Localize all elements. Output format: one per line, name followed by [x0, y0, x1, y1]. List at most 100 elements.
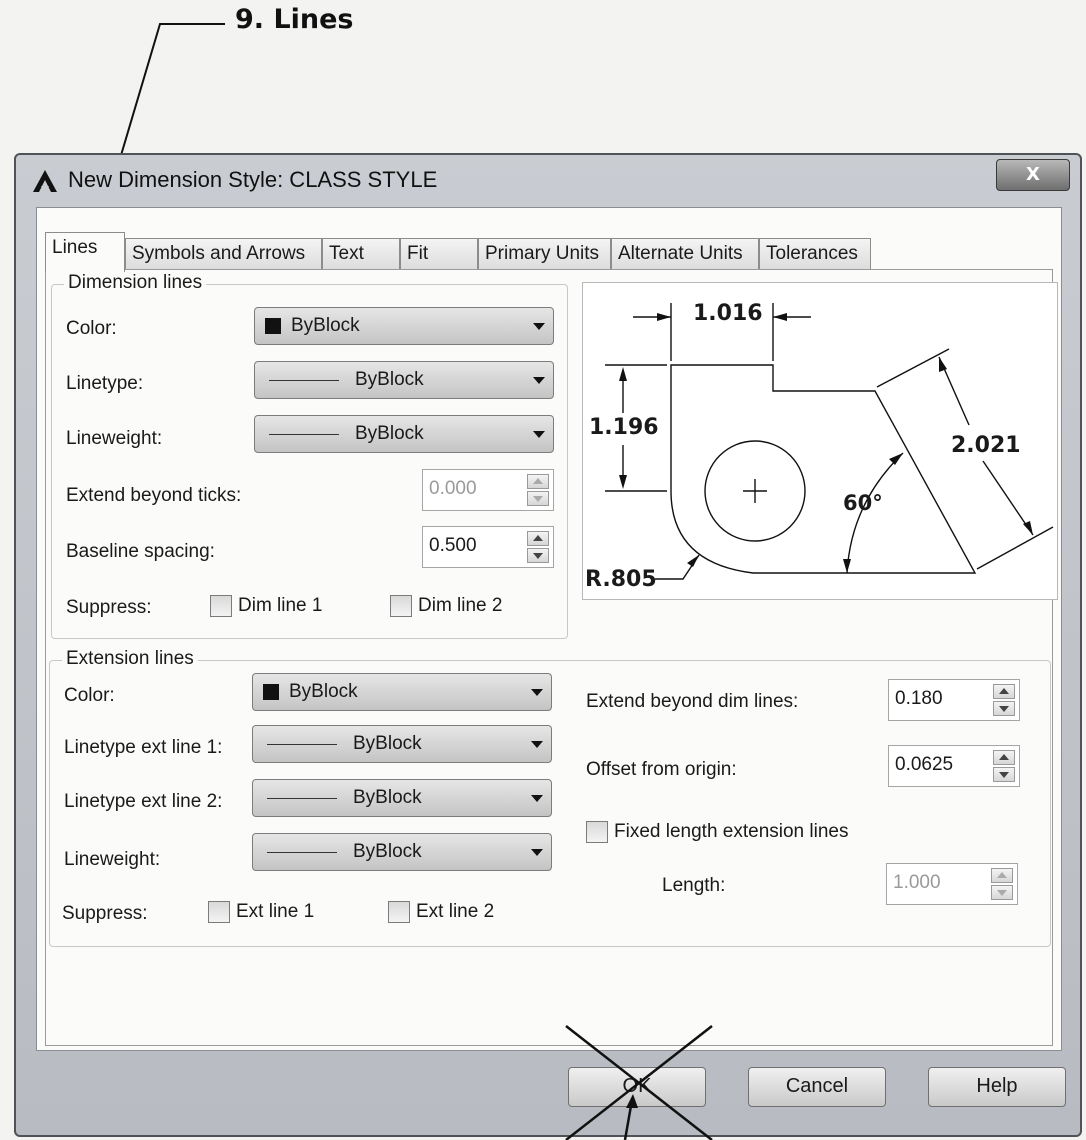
- spin-down-icon[interactable]: [991, 885, 1013, 900]
- dim-line-1-checkbox[interactable]: [210, 595, 232, 617]
- extend-beyond-ticks-stepper[interactable]: 0.000: [422, 469, 554, 511]
- lineweight-sample-icon: [267, 852, 337, 853]
- dimension-lines-heading: Dimension lines: [64, 272, 207, 294]
- chevron-down-icon: [531, 849, 543, 856]
- lines-tab-panel: Dimension lines Color: ByBlock Linetype:…: [45, 269, 1058, 1046]
- tab-lines[interactable]: Lines: [45, 232, 125, 272]
- chevron-down-icon: [531, 689, 543, 696]
- linetype-sample-icon: [269, 380, 339, 381]
- ext-line-2-checkbox[interactable]: [388, 901, 410, 923]
- chevron-down-icon: [531, 795, 543, 802]
- spin-up-icon[interactable]: [527, 474, 549, 489]
- baseline-spacing-label: Baseline spacing:: [66, 541, 215, 562]
- cancel-button[interactable]: Cancel: [748, 1067, 886, 1107]
- linetype-ext-line-1-label: Linetype ext line 1:: [64, 737, 223, 758]
- extension-lines-group: Extension lines Color: ByBlock Linetype …: [49, 648, 1051, 947]
- baseline-spacing-stepper[interactable]: 0.500: [422, 526, 554, 568]
- dim-color-label: Color:: [66, 318, 117, 339]
- dim-lineweight-value: ByBlock: [355, 423, 424, 444]
- dialog-client-area: Lines Symbols and Arrows Text Fit Primar…: [36, 207, 1062, 1051]
- dim-line-1-label: Dim line 1: [238, 595, 323, 616]
- spin-buttons: [993, 684, 1015, 716]
- autocad-logo-icon: [33, 170, 57, 192]
- ext-line-1-checkbox[interactable]: [208, 901, 230, 923]
- spin-up-icon[interactable]: [991, 868, 1013, 883]
- ext-lineweight-value: ByBlock: [353, 841, 422, 862]
- dim-color-value: ByBlock: [291, 315, 360, 336]
- dim-line-2-label: Dim line 2: [418, 595, 503, 616]
- length-stepper[interactable]: 1.000: [886, 863, 1018, 905]
- extension-lines-heading: Extension lines: [62, 648, 198, 670]
- linetype-ext-line-1-value: ByBlock: [353, 733, 422, 754]
- preview-radius: R.805: [585, 567, 657, 592]
- dimension-lines-group: Dimension lines Color: ByBlock Linetype:…: [51, 272, 568, 639]
- fixed-length-checkbox[interactable]: [586, 821, 608, 843]
- spin-buttons: [527, 531, 549, 563]
- linetype-sample-icon: [267, 744, 337, 745]
- ext-color-dropdown[interactable]: ByBlock: [252, 673, 552, 711]
- linetype-ext-line-2-value: ByBlock: [353, 787, 422, 808]
- extend-beyond-dim-lines-stepper[interactable]: 0.180: [888, 679, 1020, 721]
- fixed-length-label: Fixed length extension lines: [614, 821, 849, 842]
- spin-buttons: [993, 750, 1015, 782]
- spin-down-icon[interactable]: [993, 767, 1015, 782]
- spin-down-icon[interactable]: [527, 491, 549, 506]
- extend-beyond-dim-lines-value: 0.180: [895, 688, 943, 709]
- tab-text[interactable]: Text: [322, 238, 400, 270]
- dim-lineweight-dropdown[interactable]: ByBlock: [254, 415, 554, 453]
- preview-angle: 60°: [843, 491, 883, 515]
- chevron-down-icon: [531, 741, 543, 748]
- spin-up-icon[interactable]: [527, 531, 549, 546]
- linetype-ext-line-2-label: Linetype ext line 2:: [64, 791, 223, 812]
- window-title: New Dimension Style: CLASS STYLE: [68, 167, 438, 192]
- dimension-preview: 1.016 1.196 2.021 60° R.805: [582, 282, 1058, 600]
- chevron-down-icon: [533, 323, 545, 330]
- dim-linetype-value: ByBlock: [355, 369, 424, 390]
- ext-lineweight-label: Lineweight:: [64, 849, 161, 870]
- spin-buttons: [991, 868, 1013, 900]
- length-value: 1.000: [893, 872, 941, 893]
- spin-up-icon[interactable]: [993, 684, 1015, 699]
- annotation-label: 9. Lines: [235, 4, 354, 35]
- tab-primary-units[interactable]: Primary Units: [478, 238, 611, 270]
- help-button[interactable]: Help: [928, 1067, 1066, 1107]
- ext-lineweight-dropdown[interactable]: ByBlock: [252, 833, 552, 871]
- ext-suppress-label: Suppress:: [62, 903, 148, 924]
- baseline-spacing-value: 0.500: [429, 535, 477, 556]
- color-swatch: [263, 684, 279, 700]
- preview-dim-right: 2.021: [951, 433, 1021, 458]
- dim-linetype-dropdown[interactable]: ByBlock: [254, 361, 554, 399]
- chevron-down-icon: [533, 431, 545, 438]
- dim-color-dropdown[interactable]: ByBlock: [254, 307, 554, 345]
- lineweight-sample-icon: [269, 434, 339, 435]
- ext-color-value: ByBlock: [289, 681, 358, 702]
- tab-fit[interactable]: Fit: [400, 238, 478, 270]
- extend-beyond-dim-lines-label: Extend beyond dim lines:: [586, 691, 799, 712]
- chevron-down-icon: [533, 377, 545, 384]
- linetype-ext-line-1-dropdown[interactable]: ByBlock: [252, 725, 552, 763]
- dimension-style-dialog: New Dimension Style: CLASS STYLE X Lines…: [14, 153, 1082, 1137]
- spin-buttons: [527, 474, 549, 506]
- ext-color-label: Color:: [64, 685, 115, 706]
- dim-suppress-label: Suppress:: [66, 597, 152, 618]
- spin-down-icon[interactable]: [993, 701, 1015, 716]
- offset-from-origin-stepper[interactable]: 0.0625: [888, 745, 1020, 787]
- tab-symbols-and-arrows[interactable]: Symbols and Arrows: [125, 238, 322, 270]
- ext-line-2-label: Ext line 2: [416, 901, 495, 922]
- close-button[interactable]: X: [996, 159, 1070, 191]
- ok-button[interactable]: OK: [568, 1067, 706, 1107]
- spin-up-icon[interactable]: [993, 750, 1015, 765]
- preview-dim-left: 1.196: [589, 415, 659, 440]
- linetype-ext-line-2-dropdown[interactable]: ByBlock: [252, 779, 552, 817]
- offset-from-origin-label: Offset from origin:: [586, 759, 737, 780]
- length-label: Length:: [662, 875, 726, 896]
- tab-tolerances[interactable]: Tolerances: [759, 238, 871, 270]
- color-swatch: [265, 318, 281, 334]
- dim-linetype-label: Linetype:: [66, 373, 144, 394]
- tab-alternate-units[interactable]: Alternate Units: [611, 238, 759, 270]
- dim-lineweight-label: Lineweight:: [66, 428, 163, 449]
- preview-dim-top: 1.016: [693, 301, 763, 326]
- spin-down-icon[interactable]: [527, 548, 549, 563]
- dim-line-2-checkbox[interactable]: [390, 595, 412, 617]
- offset-from-origin-value: 0.0625: [895, 754, 954, 775]
